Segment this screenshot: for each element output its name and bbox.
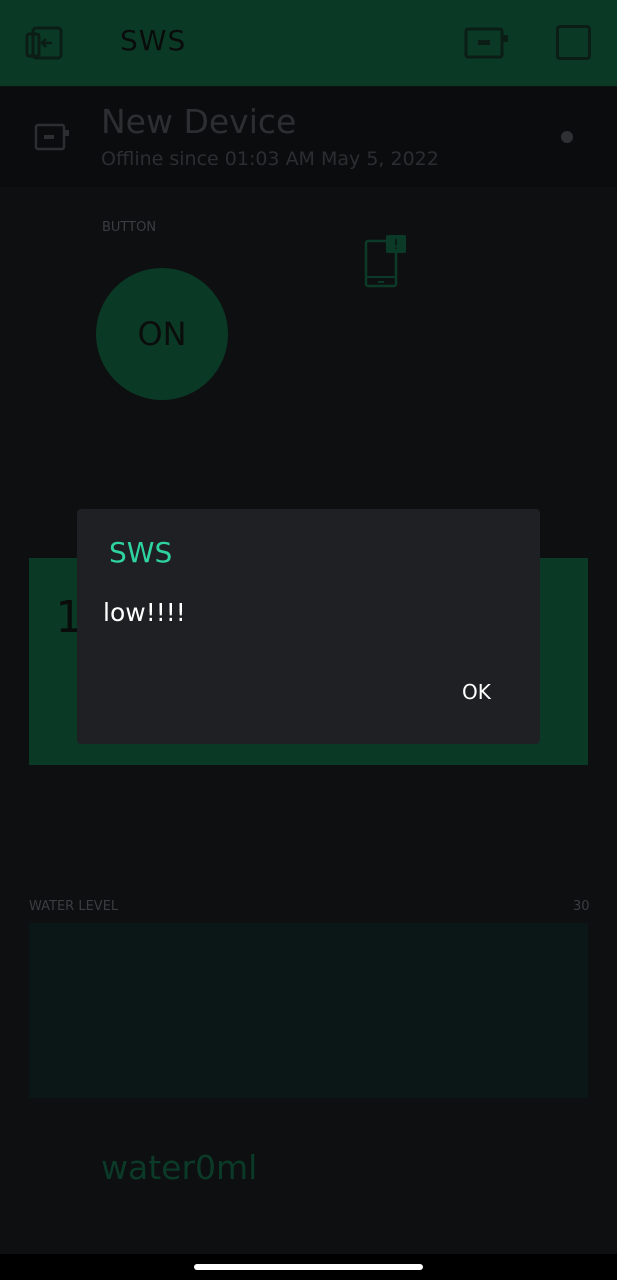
exit-icon[interactable] [24, 24, 64, 62]
phone-notification-icon: ! [362, 235, 408, 289]
water-level-label: WATER LEVEL [29, 899, 119, 914]
device-icon[interactable] [464, 26, 510, 60]
device-name: New Device [101, 102, 297, 141]
device-status: Offline since 01:03 AM May 5, 2022 [101, 148, 439, 170]
device-icon [34, 122, 70, 152]
svg-text:!: ! [393, 238, 398, 253]
dialog-title: SWS [109, 536, 173, 569]
square-icon[interactable] [556, 25, 591, 60]
ok-button[interactable]: OK [452, 676, 501, 708]
status-indicator [561, 131, 573, 143]
water-level-max: 30 [573, 899, 590, 914]
dialog-message: low!!!! [103, 598, 186, 627]
app-title: SWS [120, 24, 187, 57]
on-off-button[interactable]: ON [96, 268, 228, 400]
home-indicator[interactable] [194, 1264, 423, 1270]
app-bar: SWS [0, 0, 617, 86]
water-level-value: water0ml [101, 1148, 258, 1187]
water-level-gauge [29, 923, 588, 1098]
button-widget-label: BUTTON [102, 220, 157, 235]
device-header[interactable] [0, 87, 617, 187]
